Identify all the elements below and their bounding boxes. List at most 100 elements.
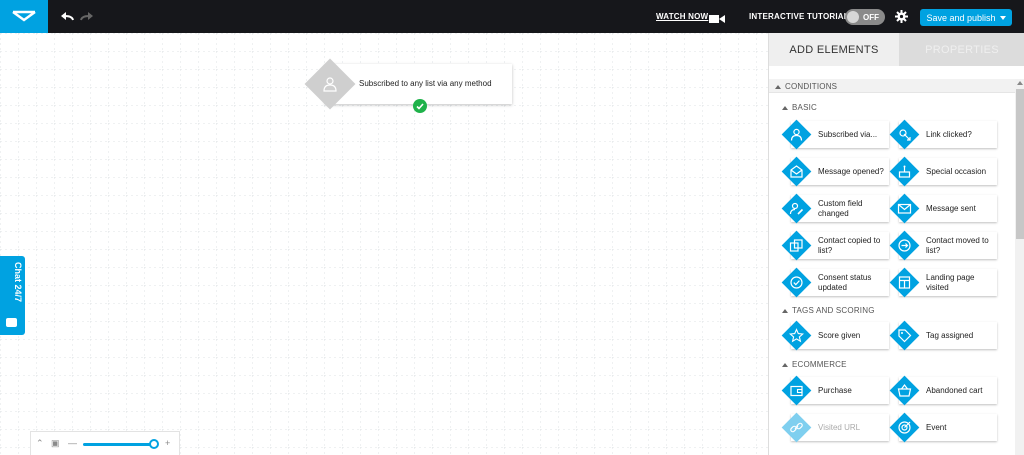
collapse-icon[interactable]: ⌃ <box>36 438 44 449</box>
chat-bubble-icon <box>6 318 17 327</box>
tab-properties[interactable]: PROPERTIES <box>899 33 1024 66</box>
link-click-icon <box>899 129 911 141</box>
card-diamond <box>889 193 920 224</box>
card-label: Contact copied to list? <box>818 235 881 255</box>
element-card-subscribed-via[interactable]: Subscribed via... <box>781 119 889 150</box>
star-icon <box>789 328 804 343</box>
card-diamond <box>889 156 920 187</box>
element-card-event[interactable]: Event <box>889 412 997 443</box>
tags-label: TAGS AND SCORING <box>792 306 875 315</box>
card-label: Special occasion <box>926 166 987 176</box>
undo-icon[interactable] <box>58 8 76 24</box>
card-diamond <box>781 230 812 261</box>
card-diamond <box>781 193 812 224</box>
scroll-up-icon[interactable] <box>1017 81 1023 85</box>
panel-scrollbar[interactable] <box>1015 79 1024 455</box>
target-icon <box>898 421 911 434</box>
element-card-custom-field-changed[interactable]: Custom field changed <box>781 193 889 224</box>
scrollbar-thumb[interactable] <box>1016 89 1024 239</box>
collapse-triangle-icon <box>775 84 781 89</box>
card-diamond <box>889 230 920 261</box>
basic-section[interactable]: BASIC <box>782 103 817 112</box>
element-card-message-sent[interactable]: Message sent <box>889 193 997 224</box>
zoom-slider-handle[interactable] <box>149 439 159 449</box>
collapse-triangle-icon <box>782 105 788 110</box>
arrow-circle-icon <box>898 239 911 252</box>
page-icon <box>898 276 911 289</box>
card-diamond <box>781 119 812 150</box>
link-icon <box>790 422 803 433</box>
element-card-abandoned-cart[interactable]: Abandoned cart <box>889 375 997 406</box>
card-diamond <box>781 412 812 443</box>
copy-icon <box>789 239 803 252</box>
card-label: Consent status updated <box>818 272 872 292</box>
card-diamond <box>781 156 812 187</box>
element-card-score-given[interactable]: Score given <box>781 320 889 351</box>
element-card-landing-page-visited[interactable]: Landing page visited <box>889 267 997 298</box>
element-card-visited-url[interactable]: Visited URL <box>781 412 889 443</box>
node-label: Subscribed to any list via any method <box>359 79 492 88</box>
cake-icon <box>898 165 911 178</box>
zoom-in-icon[interactable]: + <box>165 438 170 448</box>
element-card-message-opened[interactable]: Message opened? <box>781 156 889 187</box>
toggle-knob <box>847 11 859 23</box>
element-card-tag-assigned[interactable]: Tag assigned <box>889 320 997 351</box>
tags-section[interactable]: TAGS AND SCORING <box>782 306 875 315</box>
card-diamond <box>889 320 920 351</box>
watch-now-link[interactable]: WATCH NOW <box>656 12 708 21</box>
zoom-out-icon[interactable]: — <box>68 438 77 448</box>
envelope-open-icon <box>790 165 803 178</box>
zoom-slider[interactable] <box>83 443 155 446</box>
person-edit-icon <box>789 202 804 215</box>
card-diamond <box>781 320 812 351</box>
card-label: Event <box>926 422 947 432</box>
save-publish-label: Save and publish <box>926 12 996 23</box>
ecommerce-label: ECOMMERCE <box>792 360 847 369</box>
save-publish-button[interactable]: Save and publish <box>920 9 1012 26</box>
person-icon <box>323 77 337 92</box>
envelope-icon <box>897 203 912 214</box>
envelope-logo-icon[interactable] <box>0 0 48 33</box>
card-label: Subscribed via... <box>818 129 878 139</box>
conditions-label: CONDITIONS <box>785 82 838 91</box>
toggle-state: OFF <box>863 13 879 22</box>
redo-icon[interactable] <box>78 8 96 24</box>
tutorial-label: INTERACTIVE TUTORIAL <box>749 12 849 21</box>
element-card-link-clicked[interactable]: Link clicked? <box>889 119 997 150</box>
tag-icon <box>898 329 912 343</box>
card-label: Link clicked? <box>926 129 972 139</box>
card-diamond <box>781 375 812 406</box>
card-label: Tag assigned <box>926 330 974 340</box>
tutorial-toggle[interactable]: OFF <box>845 9 885 25</box>
element-card-contact-moved-to-list[interactable]: Contact moved to list? <box>889 230 997 261</box>
zoom-controls: ⌃ ▣ — + <box>30 431 180 455</box>
element-card-purchase[interactable]: Purchase <box>781 375 889 406</box>
chat-label: Chat 24/7 <box>13 262 23 303</box>
card-label: Contact moved to list? <box>926 235 989 255</box>
collapse-triangle-icon <box>782 362 788 367</box>
card-label: Message opened? <box>818 166 884 176</box>
basic-label: BASIC <box>792 103 818 112</box>
collapse-triangle-icon <box>782 308 788 313</box>
card-label: Abandoned cart <box>926 385 983 395</box>
person-icon <box>790 128 803 141</box>
chevron-down-icon <box>999 15 1006 20</box>
element-card-special-occasion[interactable]: Special occasion <box>889 156 997 187</box>
card-label: Visited URL <box>818 422 861 432</box>
element-card-contact-copied-to-list[interactable]: Contact copied to list? <box>781 230 889 261</box>
fit-screen-icon[interactable]: ▣ <box>51 438 60 449</box>
card-label: Score given <box>818 330 861 340</box>
video-camera-icon[interactable] <box>709 11 725 29</box>
check-circle-icon <box>790 276 803 289</box>
tab-add-elements[interactable]: ADD ELEMENTS <box>769 33 899 66</box>
ecommerce-section[interactable]: ECOMMERCE <box>782 360 847 369</box>
gear-icon[interactable] <box>895 10 908 28</box>
conditions-section[interactable]: CONDITIONS <box>775 82 837 91</box>
card-diamond <box>889 375 920 406</box>
card-label: Custom field changed <box>818 198 863 218</box>
element-card-consent-status-updated[interactable]: Consent status updated <box>781 267 889 298</box>
card-diamond <box>889 119 920 150</box>
card-diamond <box>889 412 920 443</box>
card-label: Purchase <box>818 385 852 395</box>
card-diamond <box>781 267 812 298</box>
